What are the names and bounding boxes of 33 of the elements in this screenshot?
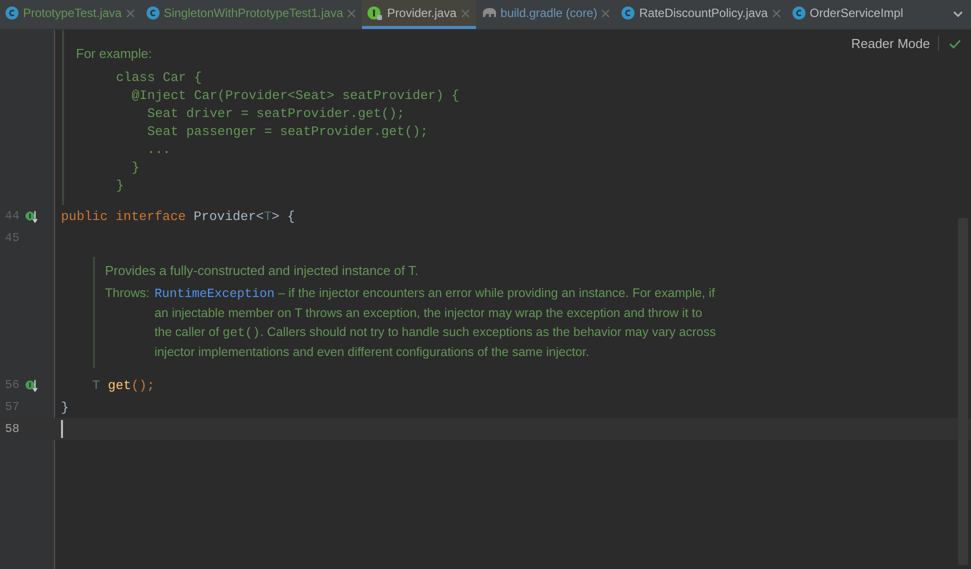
editor-tab[interactable]: Provider.java xyxy=(362,0,476,29)
editor-tab[interactable]: OrderServiceImpl xyxy=(786,0,910,29)
close-icon[interactable] xyxy=(772,8,781,18)
editor-tab[interactable]: RateDiscountPolicy.java xyxy=(616,0,787,29)
code-line: public interface Provider<T> { xyxy=(61,208,296,224)
doc-text: Provides a fully-constructed and injected instance of T. xyxy=(105,263,420,278)
editor-tab[interactable]: PrototypeTest.java xyxy=(0,0,141,29)
editor-tab[interactable]: build.gradle (core) xyxy=(476,0,616,29)
close-icon[interactable] xyxy=(460,8,470,18)
implemented-icon[interactable] xyxy=(25,210,38,222)
close-icon[interactable] xyxy=(126,8,135,18)
implemented-icon[interactable] xyxy=(25,378,38,392)
elephant-icon xyxy=(480,7,497,19)
close-icon[interactable] xyxy=(601,8,610,18)
reader-mode-link[interactable]: Reader Mode xyxy=(851,36,939,51)
close-icon[interactable] xyxy=(347,8,356,18)
doc-code-sample: class Car { @Inject Car(Provider<Seat> seatProvider) { Seat driver = seatProvider.get(); Seat passenger = seatProvider.get(); ... } } xyxy=(116,69,460,195)
text-caret xyxy=(61,420,63,438)
checkmark-icon xyxy=(949,38,961,48)
class-icon xyxy=(621,6,636,20)
class-icon xyxy=(792,6,806,20)
code-line: T get(); xyxy=(91,378,155,392)
code-line: } xyxy=(61,400,69,414)
chevron-down-icon[interactable] xyxy=(953,11,963,18)
editor-tab[interactable]: SingletonWithPrototypeTest1.java xyxy=(140,0,362,29)
interface-icon xyxy=(367,6,384,20)
throws-label: Throws: xyxy=(105,285,150,302)
class-icon xyxy=(146,6,160,20)
doc-text: For example: xyxy=(76,46,153,61)
line-number: 58 xyxy=(5,422,19,436)
class-icon xyxy=(5,6,19,20)
exception-link[interactable]: RuntimeException xyxy=(154,287,274,301)
doc-text: RuntimeException – if the injector encounters an error while providing an instance. For example, if an injectable member on T throws an exception, the injector may wrap the exception and throw it to the caller of get(). Callers should not try to handle such exceptions as the behavior may vary across injector implementations and even different configurations of the same injector. xyxy=(154,285,717,361)
